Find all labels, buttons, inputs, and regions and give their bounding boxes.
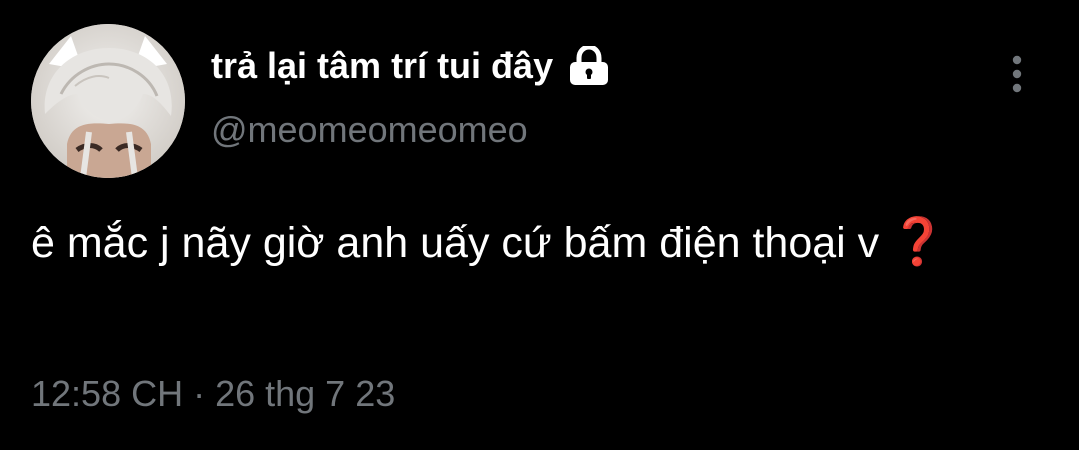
avatar-image	[31, 24, 185, 178]
tweet-text-content: ê mắc j nãy giờ anh uấy cứ bấm điện thoạ…	[31, 219, 880, 267]
question-emoji: ❓	[889, 215, 947, 267]
tweet-card: trả lại tâm trí tui đây @meomeomeomeo ê …	[0, 0, 1079, 450]
avatar[interactable]	[31, 24, 185, 178]
handle[interactable]: @meomeomeomeo	[211, 112, 528, 148]
timestamp[interactable]: 12:58 CH · 26 thg 7 23	[31, 376, 395, 412]
display-name[interactable]: trả lại tâm trí tui đây	[211, 48, 553, 84]
more-vertical-icon[interactable]	[1004, 54, 1030, 94]
lock-icon	[567, 46, 611, 86]
author-name-row: trả lại tâm trí tui đây	[211, 44, 611, 88]
tweet-text: ê mắc j nãy giờ anh uấy cứ bấm điện thoạ…	[31, 212, 1061, 272]
